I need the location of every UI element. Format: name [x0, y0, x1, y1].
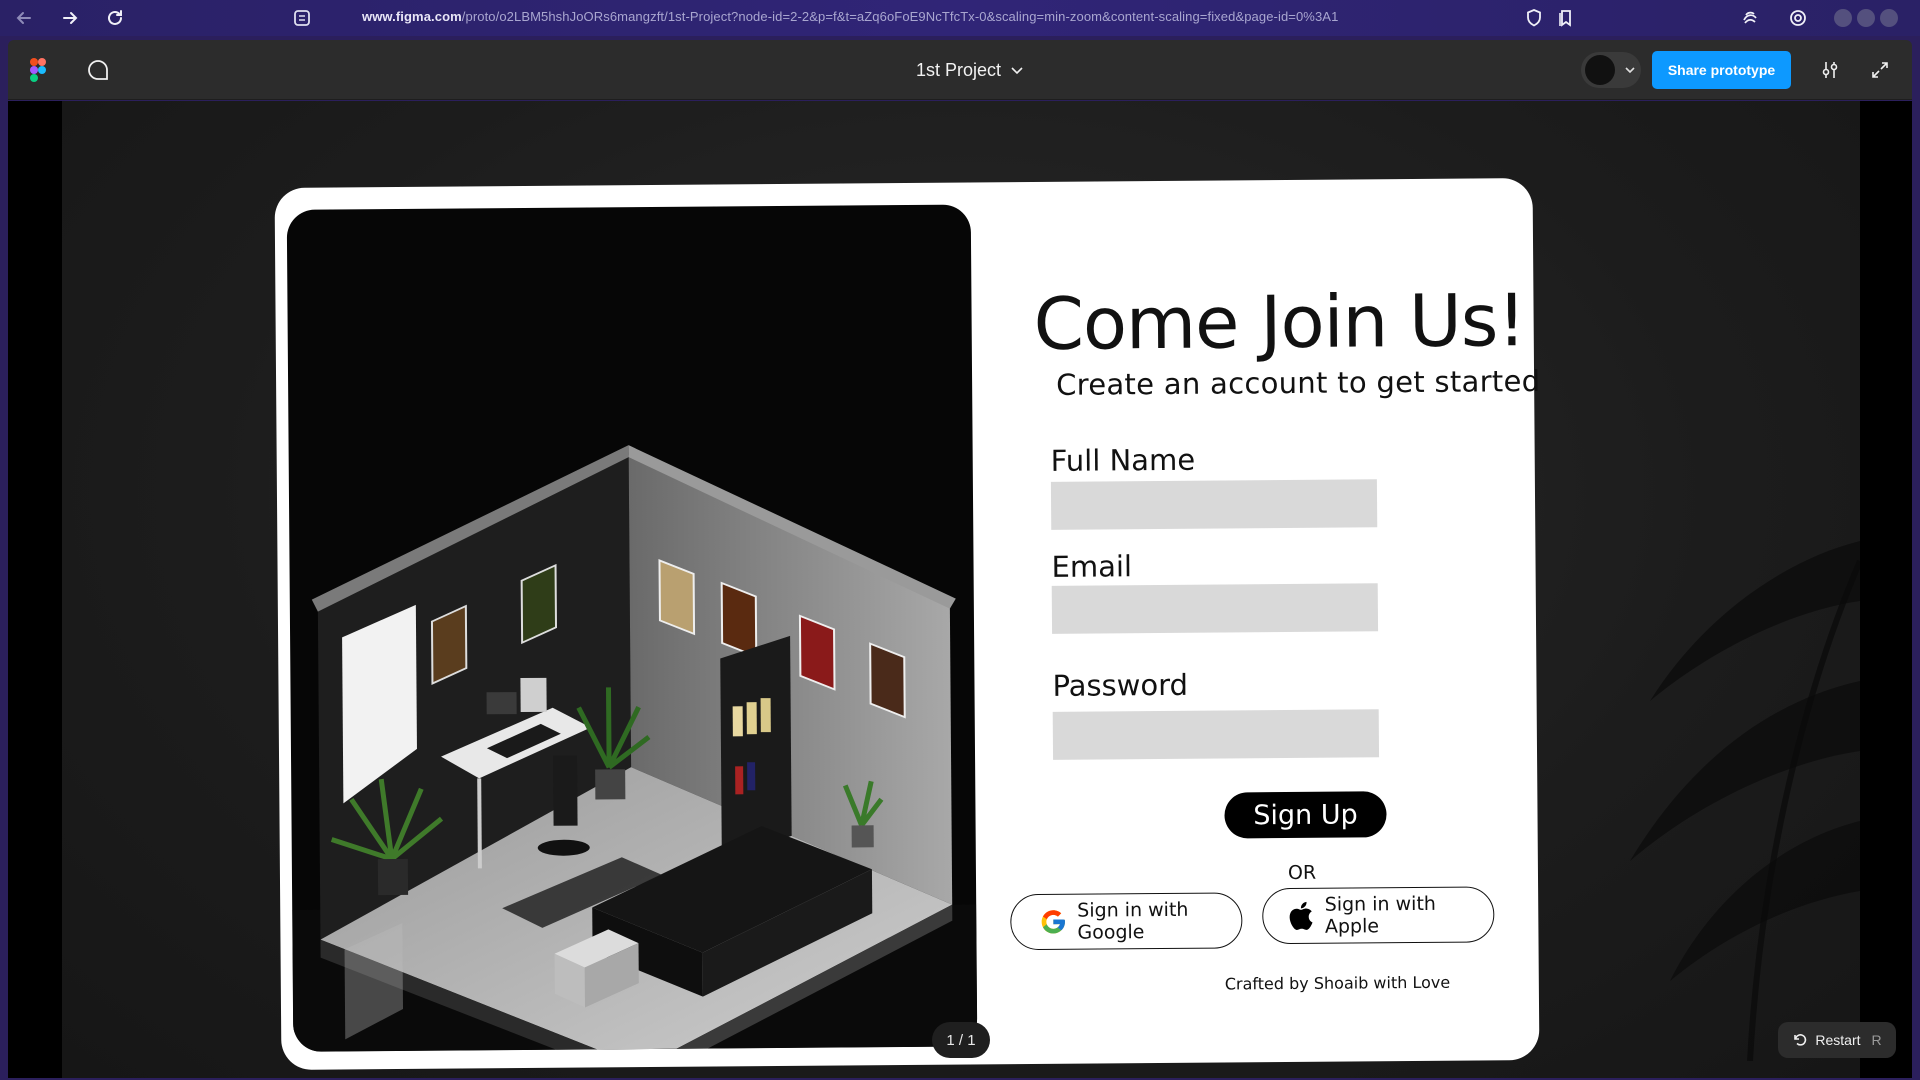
- comment-icon[interactable]: [86, 58, 110, 82]
- google-sign-in-label: Sign in with Google: [1077, 898, 1189, 944]
- forward-arrow-icon[interactable]: [56, 4, 84, 32]
- full-name-input[interactable]: [1050, 479, 1378, 530]
- password-input[interactable]: [1052, 709, 1380, 760]
- email-input[interactable]: [1051, 583, 1379, 634]
- google-sign-in-button[interactable]: Sign in with Google: [1010, 892, 1243, 951]
- signup-form: Come Join Us! Create an account to get s…: [975, 178, 1541, 1064]
- footer-credit: Crafted by Shoaib with Love: [1224, 972, 1451, 994]
- leaf-shadow-decoration: [1630, 541, 1860, 1061]
- full-name-label: Full Name: [1050, 442, 1196, 478]
- url-bar[interactable]: www.figma.com/proto/o2LBM5hshJoORs6mangz…: [362, 9, 1338, 24]
- window-dot[interactable]: [1880, 9, 1898, 27]
- apple-logo-icon: [1285, 901, 1315, 931]
- page-title: Come Join Us!: [1033, 278, 1526, 366]
- password-label: Password: [1052, 667, 1189, 703]
- url-domain: www.figma.com: [362, 9, 462, 24]
- reader-icon[interactable]: [288, 4, 316, 32]
- share-prototype-button[interactable]: Share prototype: [1652, 51, 1791, 89]
- bookmark-icon[interactable]: [1552, 4, 1580, 32]
- signup-card: Come Join Us! Create an account to get s…: [274, 178, 1541, 1070]
- restart-icon: [1794, 1034, 1807, 1046]
- project-title: 1st Project: [916, 60, 1002, 80]
- back-arrow-icon[interactable]: [10, 4, 38, 32]
- page-counter: 1 / 1: [932, 1022, 990, 1058]
- room-illustration: [286, 204, 978, 1052]
- chevron-down-icon: [1011, 66, 1023, 74]
- shield-icon[interactable]: [1520, 4, 1548, 32]
- or-divider: OR: [1287, 861, 1317, 885]
- browser-toolbar: www.figma.com/proto/o2LBM5hshJoORs6mangz…: [0, 0, 1920, 36]
- avatar: [1585, 55, 1615, 85]
- window-dot[interactable]: [1834, 9, 1852, 27]
- page-subtitle: Create an account to get started: [1055, 364, 1541, 402]
- figma-toolbar: 1st Project Share prototype: [8, 40, 1912, 100]
- apple-sign-in-label: Sign in with Apple: [1324, 892, 1436, 938]
- restart-shortcut: R: [1871, 1032, 1882, 1048]
- restart-button[interactable]: Restart R: [1778, 1022, 1896, 1058]
- expand-icon[interactable]: [1868, 58, 1892, 82]
- restart-label: Restart: [1815, 1032, 1861, 1048]
- project-title-dropdown[interactable]: 1st Project: [916, 60, 1023, 81]
- window-dot[interactable]: [1857, 9, 1875, 27]
- google-logo-icon: [1039, 907, 1067, 937]
- sign-up-button[interactable]: Sign Up: [1224, 791, 1387, 839]
- apple-sign-in-button[interactable]: Sign in with Apple: [1262, 886, 1495, 945]
- chevron-down-icon: [1625, 66, 1635, 73]
- extensions-icon[interactable]: [1736, 4, 1764, 32]
- avatar-menu[interactable]: [1581, 52, 1641, 88]
- email-label: Email: [1051, 549, 1133, 584]
- settings-sliders-icon[interactable]: [1818, 58, 1842, 82]
- target-icon[interactable]: [1784, 4, 1812, 32]
- url-path: /proto/o2LBM5hshJoORs6mangzft/1st-Projec…: [461, 9, 1339, 24]
- reload-icon[interactable]: [101, 4, 129, 32]
- figma-logo-icon[interactable]: [30, 58, 46, 82]
